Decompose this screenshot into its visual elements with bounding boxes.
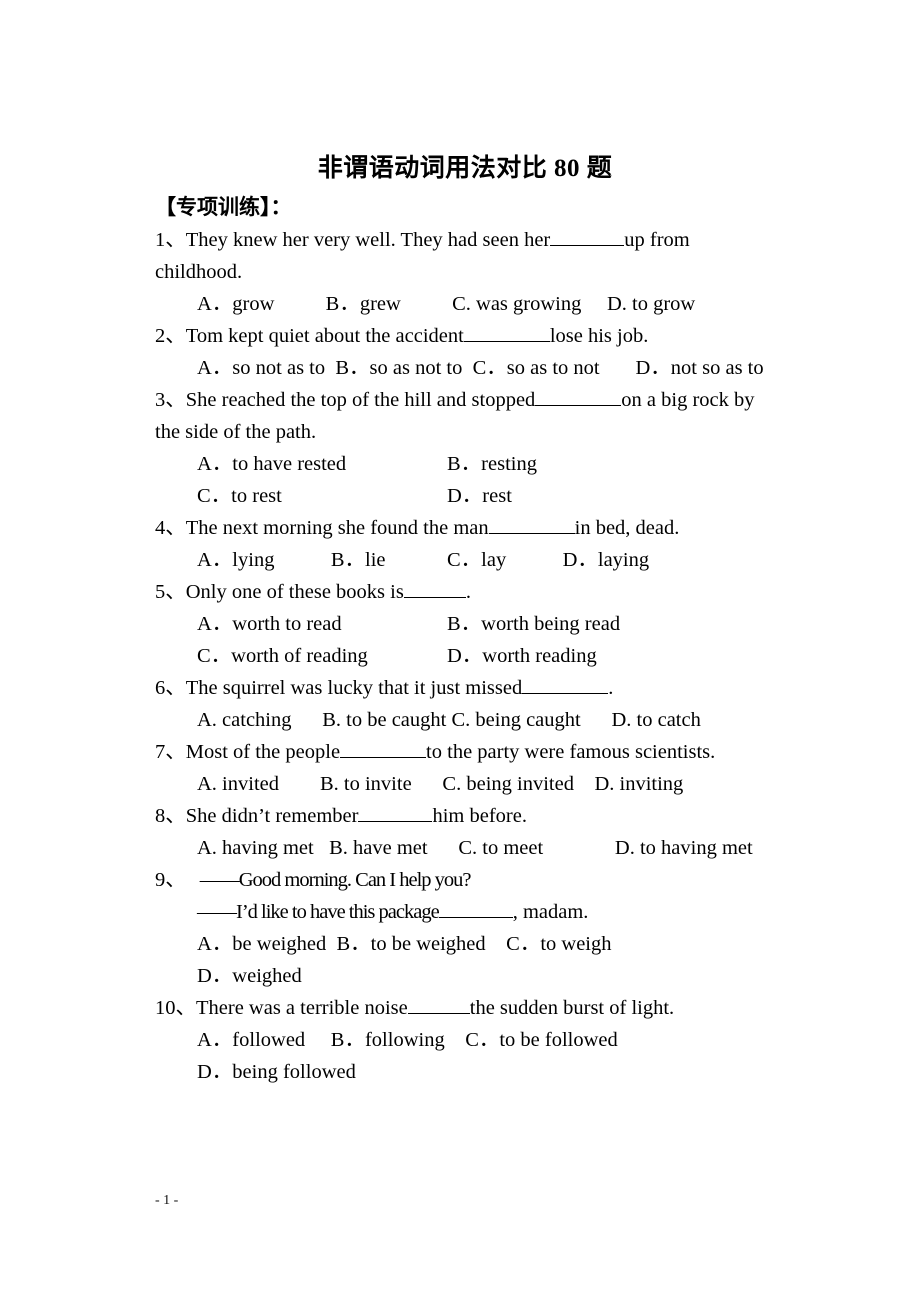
question-text-before-blank: They knew her very well. They had seen h…: [185, 229, 551, 251]
question-text-after-blank: to the party were famous scientists.: [426, 741, 716, 763]
answer-blank[interactable]: [488, 514, 575, 534]
option-row[interactable]: A．be weighed B．to be weighed C．to weigh: [155, 928, 775, 960]
question-text-after-blank: .: [608, 677, 614, 699]
option-b[interactable]: B．worth being read: [447, 608, 620, 640]
answer-blank[interactable]: [403, 578, 466, 598]
document-body: 非谓语动词用法对比 80 题 【专项训练】： 1、They knew her v…: [155, 152, 775, 1088]
option-a[interactable]: A．worth to read: [197, 608, 447, 640]
option-row: C．to rest D．rest: [155, 480, 775, 512]
option-c[interactable]: C．worth of reading: [197, 640, 447, 672]
question-stem: 7、Most of the people to the party were fa…: [155, 736, 775, 768]
option-row: C．worth of reading D．worth reading: [155, 640, 775, 672]
option-row[interactable]: D．being followed: [155, 1056, 775, 1088]
question-stem: 10、There was a terrible noise the sudden …: [155, 992, 775, 1024]
question-text-before-blank: She reached the top of the hill and stop…: [185, 389, 536, 411]
answer-blank[interactable]: [463, 322, 550, 342]
section-heading: 【专项训练】：: [155, 195, 292, 219]
option-a[interactable]: A．to have rested: [197, 448, 447, 480]
question-stem: 8、She didn’t remember him before.: [155, 800, 775, 832]
question-text-before-blank: There was a terrible noise: [196, 997, 408, 1019]
question-stem: 9、 ——Good morning. Can I help you?: [155, 864, 775, 896]
question-number: 1、: [155, 229, 186, 251]
option-row[interactable]: A．grow B．grew C. was growing D. to grow: [155, 288, 775, 320]
option-b[interactable]: B．resting: [447, 448, 537, 480]
question-number: 7、: [155, 741, 186, 763]
option-row[interactable]: A. invited B. to invite C. being invited…: [155, 768, 775, 800]
question-text-after-blank: him before.: [432, 805, 527, 827]
question-number: 9、: [155, 869, 186, 891]
question-number: 2、: [155, 325, 186, 347]
answer-blank[interactable]: [535, 386, 622, 406]
option-row[interactable]: D．weighed: [155, 960, 775, 992]
answer-blank[interactable]: [358, 802, 433, 822]
answer-blank[interactable]: [438, 898, 513, 918]
option-row[interactable]: A. having met B. have met C. to meet D. …: [197, 837, 753, 859]
option-row[interactable]: A. catching B. to be caught C. being cau…: [155, 704, 775, 736]
option-row: A．worth to read B．worth being read: [155, 608, 775, 640]
question-stem: 3、She reached the top of the hill and st…: [155, 384, 775, 448]
question-text-before-blank: Most of the people: [185, 741, 341, 763]
option-row[interactable]: A．followed B．following C．to be followed: [155, 1024, 775, 1056]
question-number: 5、: [155, 581, 186, 603]
dialog-line-2-after-blank: , madam.: [512, 901, 589, 923]
question-text-before-blank: The squirrel was lucky that it just miss…: [185, 677, 523, 699]
document-page: 非谓语动词用法对比 80 题 【专项训练】： 1、They knew her v…: [0, 0, 920, 1300]
question-stem: 4、The next morning she found the man in b…: [155, 512, 775, 544]
option-c[interactable]: C．to rest: [197, 480, 447, 512]
dialog-line-2-before-blank: ——I’d like to have this package: [197, 901, 440, 923]
answer-blank[interactable]: [407, 994, 470, 1014]
dialog-line-1: ——Good morning. Can I help you?: [199, 869, 472, 891]
answer-blank[interactable]: [550, 226, 625, 246]
page-title: 非谓语动词用法对比 80 题: [317, 155, 613, 182]
option-d[interactable]: D．rest: [447, 480, 512, 512]
question-number: 10、: [155, 997, 196, 1019]
question-text-after-blank: the sudden burst of light.: [469, 997, 675, 1019]
question-text-after-blank: .: [465, 581, 471, 603]
question-number: 3、: [155, 389, 186, 411]
question-stem: 2、Tom kept quiet about the accident lose …: [155, 320, 775, 352]
option-row[interactable]: A．so not as to B．so as not to C．so as to…: [197, 357, 764, 379]
answer-blank[interactable]: [522, 674, 609, 694]
question-stem: ——I’d like to have this package , madam.: [155, 896, 775, 928]
answer-blank[interactable]: [340, 738, 427, 758]
question-text-after-blank: lose his job.: [549, 325, 649, 347]
question-stem: 5、Only one of these books is.: [155, 576, 775, 608]
question-number: 4、: [155, 517, 186, 539]
option-d[interactable]: D．worth reading: [447, 640, 597, 672]
question-text-before-blank: Tom kept quiet about the accident: [185, 325, 464, 347]
option-row[interactable]: A．lying B．lie C．lay D．laying: [155, 544, 775, 576]
page-number: - 1 -: [155, 1193, 179, 1208]
question-text-before-blank: She didn’t remember: [185, 805, 359, 827]
question-text-after-blank: in bed, dead.: [574, 517, 680, 539]
question-stem: 6、The squirrel was lucky that it just mi…: [155, 672, 775, 704]
question-text-before-blank: The next morning she found the man: [185, 517, 489, 539]
question-stem: 1、They knew her very well. They had seen…: [155, 224, 775, 288]
question-number: 8、: [155, 805, 186, 827]
question-text-before-blank: Only one of these books is: [185, 581, 404, 603]
option-row: A．to have rested B．resting: [155, 448, 775, 480]
question-number: 6、: [155, 677, 186, 699]
